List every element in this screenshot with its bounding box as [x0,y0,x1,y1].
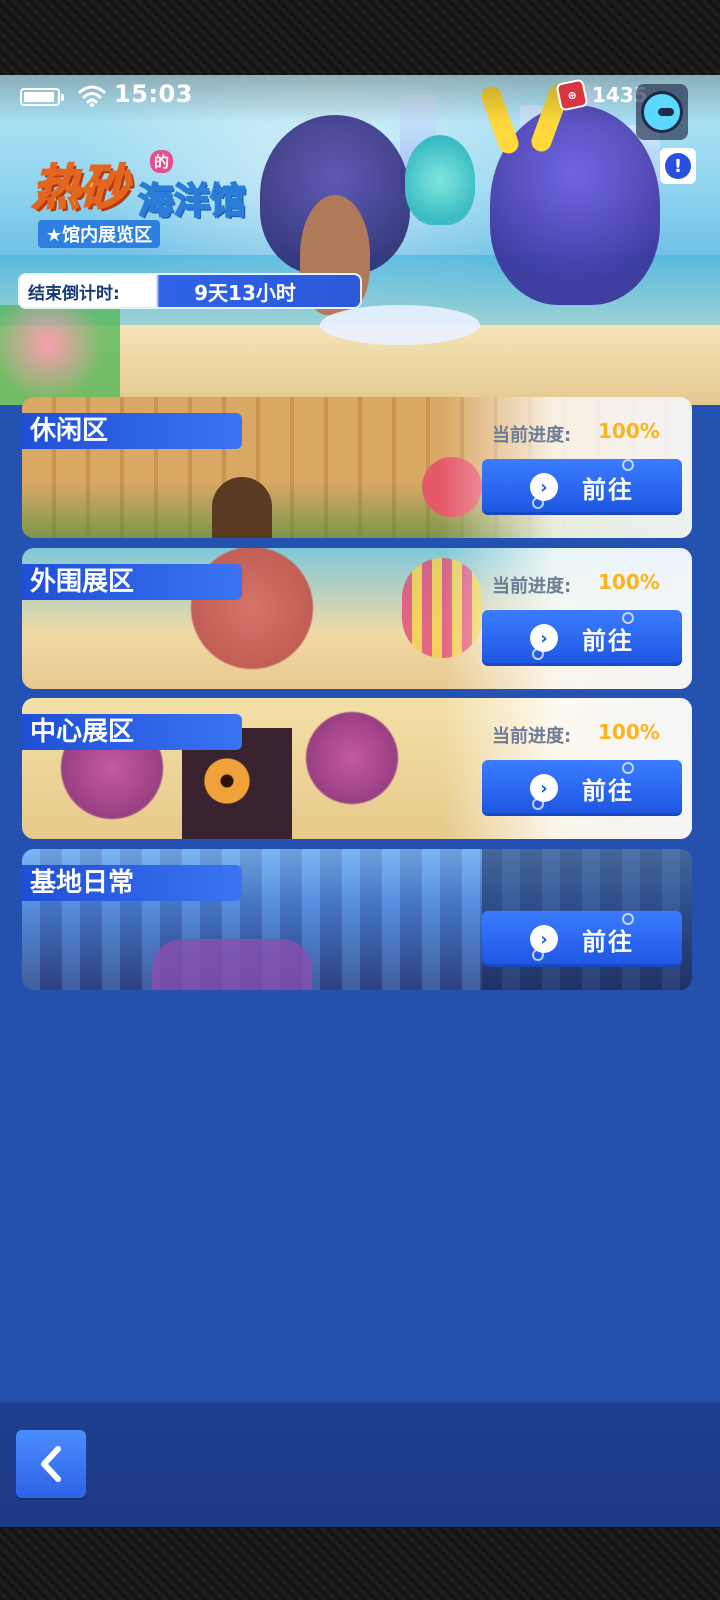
go-button-label: 前往 [582,927,634,956]
eye-icon [204,758,250,804]
battery-icon [20,88,64,106]
bubble-decor [622,762,634,774]
zone-card-leisure[interactable]: 休闲区 当前进度: 100% › 前往 [22,397,692,538]
profile-button[interactable] [636,84,688,140]
go-button[interactable]: › 前往 [482,760,682,816]
event-title-main: 热砂 [31,159,129,217]
wifi-icon [78,85,106,107]
progress-value: 100% [598,419,660,443]
bubble-decor [622,612,634,624]
bubble-decor [622,459,634,471]
banner-flowers [0,305,120,405]
go-button-label: 前往 [582,475,634,504]
info-button[interactable]: ! [660,148,696,184]
bubble-decor [532,798,544,810]
progress-label: 当前进度: [492,576,572,597]
status-time: 15:03 [114,80,193,108]
progress-label: 当前进度: [492,425,572,446]
zone-card-center[interactable]: 中心展区 当前进度: 100% › 前往 [22,698,692,839]
banner-table [320,305,480,345]
zone-name: 外围展区 [22,564,242,600]
event-title-sub: 海洋馆 [137,180,247,223]
bubble-decor [532,648,544,660]
event-tag: ★馆内展览区 [38,220,161,248]
go-button[interactable]: › 前往 [482,610,682,666]
zone-name: 基地日常 [22,865,242,901]
chevron-left-icon [41,1446,61,1482]
countdown-value: 9天13小时 [194,280,296,305]
bubble-decor [532,949,544,961]
zone-card-outer[interactable]: 外围展区 当前进度: 100% › 前往 [22,548,692,689]
go-button[interactable]: › 前往 [482,459,682,515]
progress-value: 100% [598,720,660,744]
progress-label: 当前进度: [492,726,572,747]
currency-display[interactable]: ⊕ 1435 [555,78,648,112]
tree-decor [152,939,312,990]
avatar-icon [641,91,683,133]
progress-value: 100% [598,570,660,594]
go-button-label: 前往 [582,776,634,805]
countdown-label: 结束倒计时: [28,283,120,304]
bubble-decor [532,497,544,509]
zone-name: 休闲区 [22,413,242,449]
bottom-letterbox [0,1528,720,1600]
top-letterbox [0,0,720,75]
event-title-particle: 的 [150,150,174,173]
exclamation-icon: ! [665,153,691,179]
go-button-label: 前往 [582,626,634,655]
zone-card-base[interactable]: 基地日常 › 前往 [22,849,692,990]
zone-name: 中心展区 [22,714,242,750]
countdown-bar: 结束倒计时: 9天13小时 [18,273,362,309]
go-button[interactable]: › 前往 [482,911,682,967]
bubble-decor [622,913,634,925]
bottom-bar [0,1405,720,1527]
character-cyan [405,135,475,225]
back-button[interactable] [16,1430,86,1498]
game-screen: 15:03 ⊕ 1435 ! 热砂 的 海洋馆 ★馆内展览区 结束倒计时: 9天… [0,0,720,1600]
castle-gate [212,477,272,538]
ticket-icon: ⊕ [555,78,589,112]
